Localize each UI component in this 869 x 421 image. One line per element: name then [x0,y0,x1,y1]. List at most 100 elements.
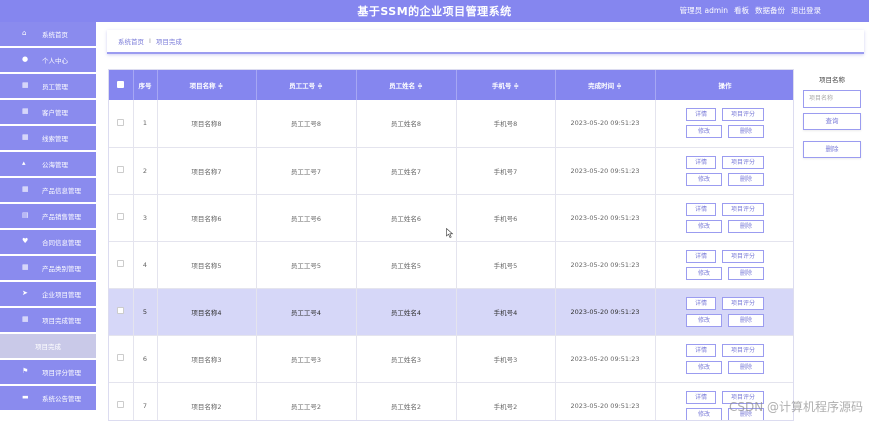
sidebar-item[interactable]: ⌂ 系统首页 [0,22,96,46]
sidebar-item[interactable]: ♥ 合同信息管理 [0,230,96,254]
score-button[interactable]: 项目评分 [722,108,765,122]
sidebar-item[interactable]: ▤ 产品销售管理 [0,204,96,228]
detail-button[interactable]: 详情 [685,249,716,263]
sidebar-item-label: 产品销售管理 [42,213,81,221]
row-select-cell [109,382,134,420]
score-button[interactable]: 项目评分 [722,155,765,169]
cell-employee-no: 员工工号6 [256,194,357,242]
edit-button[interactable]: 修改 [685,219,722,233]
row-index: 2 [133,147,158,195]
logout-link[interactable]: 退出登录 [791,5,821,16]
detail-button[interactable]: 详情 [685,390,716,404]
col-header-finish-time[interactable]: 完成时间 ≑ [555,70,656,100]
row-checkbox[interactable] [117,260,125,267]
table-row[interactable]: 5 项目名称4 员工工号4 员工姓名4 手机号4 2023-05-20 09:51:23 详… [109,288,793,336]
col-header-employee-name[interactable]: 员工姓名 ≑ [356,70,457,100]
batch-delete-button[interactable]: 删除 [803,141,861,158]
grid-icon: ▦ [22,185,29,193]
detail-button[interactable]: 详情 [685,155,716,169]
sidebar-item-label: 员工管理 [42,83,68,91]
detail-button[interactable]: 详情 [685,296,716,310]
delete-button[interactable]: 删除 [728,125,765,139]
sidebar-item[interactable]: ▬ 系统公告管理 [0,386,96,410]
table-row[interactable]: 2 项目名称7 员工工号7 员工姓名7 手机号7 2023-05-20 09:51:23 详… [109,147,793,195]
cell-finish-time: 2023-05-20 09:51:23 [555,382,656,420]
sidebar-item[interactable]: ● 个人中心 [0,48,96,72]
watermark: CSDN @计算机程序源码 [728,400,863,414]
cell-phone: 手机号4 [456,288,556,336]
sidebar-item[interactable]: ▦ 产品类别管理 [0,256,96,280]
row-checkbox[interactable] [117,401,125,408]
sidebar-item[interactable]: ⚑ 项目评分管理 [0,360,96,384]
row-index: 5 [133,288,158,336]
row-checkbox[interactable] [117,354,125,361]
dashboard-link[interactable]: 看板 [734,5,749,16]
score-button[interactable]: 项目评分 [722,249,765,263]
row-index: 1 [133,100,158,148]
sidebar-item[interactable]: ▦ 项目完成管理 [0,308,96,332]
detail-button[interactable]: 详情 [685,343,716,357]
col-header-phone[interactable]: 手机号 ≑ [456,70,556,100]
delete-button[interactable]: 删除 [728,266,765,280]
breadcrumb-home[interactable]: 系统首页 [118,36,144,46]
cell-phone: 手机号7 [456,147,556,195]
query-button[interactable]: 查询 [803,113,861,130]
cell-employee-name: 员工姓名5 [356,241,457,289]
delete-button[interactable]: 删除 [728,313,765,327]
cell-project-name: 项目名称5 [157,241,257,289]
data-backup-link[interactable]: 数据备份 [755,5,785,16]
select-all-checkbox[interactable] [117,80,125,88]
score-button[interactable]: 项目评分 [722,296,765,310]
sidebar-item[interactable]: ▦ 客户管理 [0,100,96,124]
edit-button[interactable]: 修改 [685,266,722,280]
edit-button[interactable]: 修改 [685,172,722,186]
search-input[interactable]: 项目名称 [803,90,861,108]
sidebar-item[interactable]: ▴ 公海管理 [0,152,96,176]
delete-button[interactable]: 删除 [728,360,765,374]
score-button[interactable]: 项目评分 [722,202,765,216]
row-select-cell [109,241,134,289]
sidebar-item-label: 合同信息管理 [42,239,81,247]
cell-phone: 手机号5 [456,241,556,289]
sidebar-item-label: 客户管理 [42,109,68,117]
edit-button[interactable]: 修改 [685,360,722,374]
edit-button[interactable]: 修改 [685,313,722,327]
col-header-project-name[interactable]: 项目名称 ≑ [157,70,257,100]
sidebar-item-label: 系统公告管理 [42,395,81,403]
admin-user-link[interactable]: 管理员 admin [680,5,728,16]
row-select-cell [109,335,134,383]
score-button[interactable]: 项目评分 [722,343,765,357]
sidebar-subitem-project-complete[interactable]: 项目完成 [0,334,96,358]
row-checkbox[interactable] [117,213,125,220]
row-checkbox[interactable] [117,166,125,173]
cell-employee-name: 员工姓名7 [356,147,457,195]
delete-button[interactable]: 删除 [728,219,765,233]
send-icon: ➤ [22,289,28,297]
sidebar-item[interactable]: ➤ 企业项目管理 [0,282,96,306]
grid-icon: ▦ [22,263,29,271]
breadcrumb-current: 项目完成 [155,38,182,46]
cell-employee-no: 员工工号5 [256,241,357,289]
edit-button[interactable]: 修改 [685,407,722,420]
row-actions: 详情 项目评分 修改 删除 [655,288,793,336]
sidebar-item[interactable]: ▦ 产品信息管理 [0,178,96,202]
table-row[interactable]: 4 项目名称5 员工工号5 员工姓名5 手机号5 2023-05-20 09:51:23 详… [109,241,793,289]
row-checkbox[interactable] [117,118,125,126]
detail-button[interactable]: 详情 [685,108,716,122]
row-checkbox[interactable] [117,307,125,314]
row-index: 4 [133,241,158,289]
search-panel: 项目名称 项目名称 查询 删除 [803,69,861,158]
table-row[interactable]: 7 项目名称2 员工工号2 员工姓名2 手机号2 2023-05-20 09:51:23 详… [109,382,793,420]
detail-button[interactable]: 详情 [685,202,716,216]
edit-button[interactable]: 修改 [685,125,722,139]
sidebar-item[interactable]: ▦ 员工管理 [0,74,96,98]
delete-button[interactable]: 删除 [728,172,765,186]
table-row[interactable]: 6 项目名称3 员工工号3 员工姓名3 手机号3 2023-05-20 09:51:23 详… [109,335,793,383]
cell-employee-no: 员工工号2 [256,382,357,420]
row-actions: 详情 项目评分 修改 删除 [655,335,793,383]
col-header-employee-no[interactable]: 员工工号 ≑ [256,70,357,100]
table-row[interactable]: 1 项目名称8 员工工号8 员工姓名8 手机号8 2023-05-20 09:51:23 详… [109,100,793,148]
row-actions: 详情 项目评分 修改 删除 [655,194,793,242]
cell-phone: 手机号2 [456,382,556,420]
sidebar-item[interactable]: ▦ 线索管理 [0,126,96,150]
